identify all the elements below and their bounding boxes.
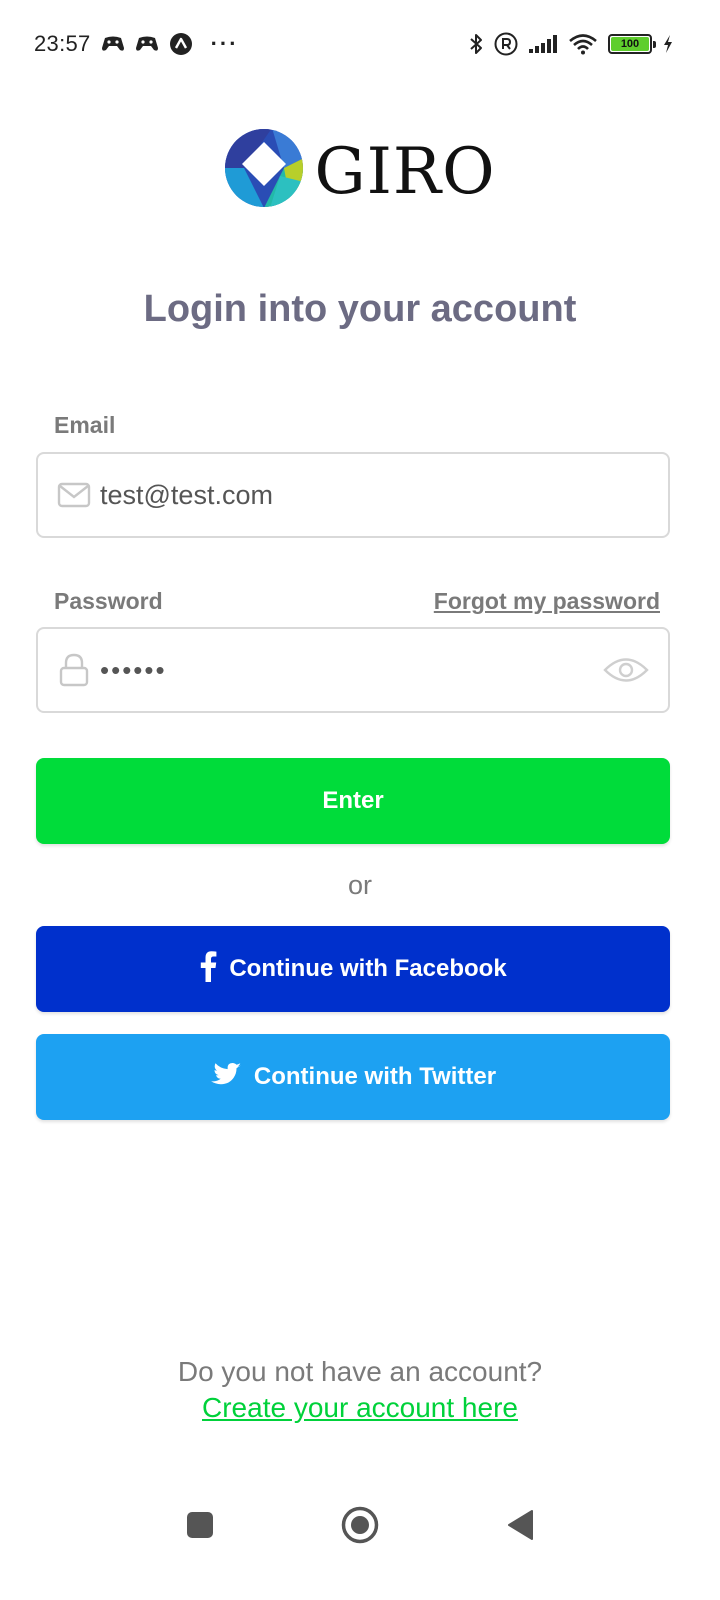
email-label: Email — [54, 412, 116, 438]
page-title: Login into your account — [143, 288, 577, 330]
status-bar-right: 100 — [468, 32, 674, 56]
password-label: Password — [54, 588, 163, 614]
game-controller-icon — [135, 34, 159, 54]
login-screen: 23:57 ··· 100 GIRO Login into your accou… — [0, 0, 720, 1600]
registered-icon — [494, 32, 518, 56]
status-time: 23:57 — [34, 31, 91, 56]
logo-wordmark: GIRO — [314, 134, 496, 209]
system-navigation-bar — [0, 1490, 720, 1560]
bluetooth-icon — [468, 32, 484, 56]
arrow-up-circle-icon — [169, 32, 193, 56]
game-controller-icon — [101, 34, 125, 54]
continue-with-twitter-button[interactable]: Continue with Twitter — [36, 1034, 670, 1120]
password-field-container[interactable] — [36, 627, 670, 713]
status-bar: 23:57 ··· 100 — [0, 0, 720, 88]
envelope-icon — [56, 482, 92, 508]
back-triangle-icon[interactable] — [495, 1500, 545, 1550]
enter-button-label: Enter — [322, 787, 384, 814]
twitter-bird-icon — [210, 1060, 242, 1095]
app-logo: GIRO — [0, 128, 720, 213]
continue-with-facebook-button[interactable]: Continue with Facebook — [36, 926, 670, 1012]
signal-strength-icon — [528, 34, 558, 54]
status-bar-left: 23:57 ··· — [34, 31, 239, 57]
charging-bolt-icon — [662, 34, 674, 54]
create-account-link[interactable]: Create your account here — [0, 1392, 720, 1424]
battery-icon: 100 — [608, 34, 656, 54]
or-divider-text: or — [347, 870, 372, 900]
email-field-container[interactable] — [36, 452, 670, 538]
show-password-eye-icon[interactable] — [602, 657, 650, 683]
no-account-text: Do you not have an account? — [177, 1356, 543, 1387]
wifi-icon — [568, 33, 598, 55]
enter-button[interactable]: Enter — [36, 758, 670, 844]
email-field[interactable] — [100, 479, 650, 511]
facebook-button-label: Continue with Facebook — [229, 955, 507, 982]
facebook-icon — [199, 950, 217, 989]
password-field[interactable] — [100, 654, 602, 686]
more-notifications-indicator: ··· — [210, 31, 239, 56]
battery-level: 100 — [611, 37, 649, 51]
lock-icon — [56, 653, 92, 687]
home-circle-icon[interactable] — [335, 1500, 385, 1550]
twitter-button-label: Continue with Twitter — [253, 1063, 497, 1090]
giro-logo-icon — [224, 128, 304, 213]
recent-apps-square-icon[interactable] — [175, 1500, 225, 1550]
forgot-password-link[interactable]: Forgot my password — [434, 588, 660, 615]
